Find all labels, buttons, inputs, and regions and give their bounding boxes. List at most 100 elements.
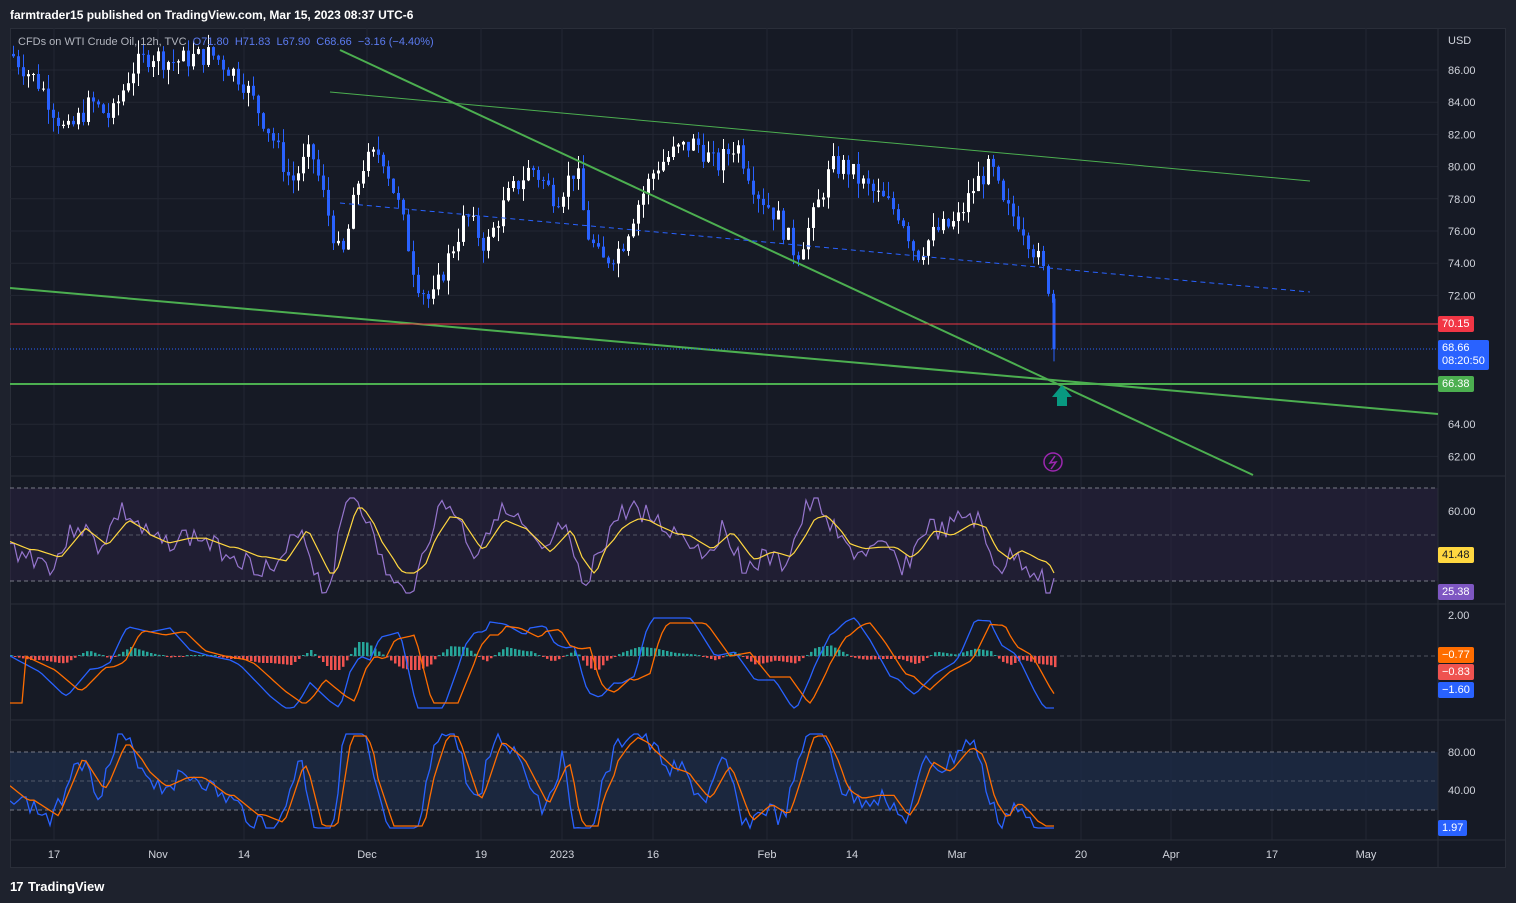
macd-hist-bar xyxy=(634,648,637,656)
macd-hist-bar xyxy=(106,656,109,658)
brand-name: TradingView xyxy=(28,879,105,894)
macd-hist-bar xyxy=(258,656,261,663)
candle-body xyxy=(182,50,185,62)
macd-hist-bar xyxy=(286,656,289,665)
candle-body xyxy=(202,49,205,65)
macd-hist-bar xyxy=(970,650,973,656)
price-tick-label: 72.00 xyxy=(1448,290,1476,302)
macd-hist-bar xyxy=(718,656,721,660)
macd-hist-bar xyxy=(890,656,893,659)
candle-body xyxy=(167,62,170,70)
candle-body xyxy=(507,188,510,201)
macd-hist-bar xyxy=(186,655,189,656)
arrow-up-icon[interactable] xyxy=(1052,385,1072,406)
macd-hist-bar xyxy=(414,656,417,670)
publisher-text: farmtrader15 published on TradingView.co… xyxy=(10,8,414,22)
candle-body xyxy=(542,179,545,181)
candle-body xyxy=(867,178,870,184)
candle-body xyxy=(342,240,345,250)
candle-body xyxy=(152,61,155,68)
chart-canvas[interactable]: USD 86.00 84.00 82.00 80.00 78.00 76.00 74.00 7… xyxy=(10,28,1506,868)
macd-hist-bar xyxy=(542,656,545,657)
candle-body xyxy=(512,181,515,189)
macd-hist-bar xyxy=(534,653,537,656)
upper-channel-line[interactable] xyxy=(329,91,1311,182)
macd-hist-bar xyxy=(606,656,609,661)
symbol-name[interactable]: CFDs on WTI Crude Oil, 12h, TVC xyxy=(18,36,187,48)
macd-hist-bar xyxy=(390,656,393,661)
macd-hist-bar xyxy=(446,649,449,656)
candle-body xyxy=(937,226,940,231)
candle-body xyxy=(187,50,190,67)
stoch-tick-label: 40.00 xyxy=(1448,785,1476,797)
time-tick-label: Feb xyxy=(758,849,777,861)
macd-hist-bar xyxy=(862,656,865,660)
lightning-icon[interactable] xyxy=(1043,452,1063,472)
macd-hist-bar xyxy=(826,646,829,656)
macd-hist-bar xyxy=(854,656,857,658)
macd-hist-bar xyxy=(270,656,273,663)
candle-body xyxy=(222,59,225,70)
macd-hist-bar xyxy=(726,655,729,656)
macd-hist-bar xyxy=(498,652,501,656)
macd-hist-bar xyxy=(118,654,121,656)
candle-body xyxy=(587,210,590,240)
macd-hist-bar xyxy=(658,649,661,656)
time-tick-label: 17 xyxy=(48,849,60,861)
symbol-legend[interactable]: CFDs on WTI Crude Oil, 12h, TVC O71.80 H… xyxy=(18,36,434,48)
candle-body xyxy=(1047,266,1050,294)
candle-body xyxy=(1042,250,1045,267)
candle-body xyxy=(477,215,480,238)
candle-body xyxy=(862,178,865,184)
macd-signal-line xyxy=(10,622,1055,704)
macd-hist-bar xyxy=(330,656,333,670)
channel-midline[interactable] xyxy=(339,202,1311,293)
macd-hist-bar xyxy=(942,652,945,656)
macd-hist-bar xyxy=(282,656,285,665)
candle-body xyxy=(812,207,815,228)
candle-body xyxy=(932,226,935,241)
candle-body xyxy=(237,68,240,85)
candle-body xyxy=(697,138,700,145)
candle-body xyxy=(852,163,855,175)
candle-body xyxy=(177,61,180,63)
macd-hist-bar xyxy=(798,656,801,662)
macd-hist-bar xyxy=(494,655,497,656)
candle-body xyxy=(247,85,250,93)
macd-hist-bar xyxy=(482,656,485,660)
candle-body xyxy=(827,169,830,198)
macd-hist-bar xyxy=(1042,656,1045,665)
candle-body xyxy=(567,175,570,197)
macd-hist-bar xyxy=(514,648,517,656)
candle-body xyxy=(667,157,670,162)
candle-body xyxy=(457,241,460,252)
macd-hist-bar xyxy=(690,654,693,656)
candle-body xyxy=(767,205,770,208)
tradingview-logo[interactable]: 17 TradingView xyxy=(10,879,104,894)
macd-hist-bar xyxy=(442,652,445,656)
candle-body xyxy=(727,148,730,155)
candle-body xyxy=(472,215,475,217)
candle-body xyxy=(467,215,470,217)
macd-hist-bar xyxy=(806,654,809,656)
time-axis[interactable]: 17 Nov 14 Dec 19 2023 16 Feb 14 Mar 20 Apr 17 May xyxy=(48,849,1377,861)
candle-body xyxy=(197,49,200,54)
macd-hist-bar xyxy=(762,656,765,664)
macd-hist-bar xyxy=(674,652,677,656)
macd-hist-bar xyxy=(1006,656,1009,664)
candle-body xyxy=(312,144,315,160)
descending-trendline[interactable] xyxy=(339,49,1254,476)
macd-hist-bar xyxy=(602,656,605,666)
lower-trendline[interactable] xyxy=(10,287,1439,415)
candle-body xyxy=(337,240,340,244)
macd-tick-label: 2.00 xyxy=(1448,610,1469,622)
macd-hist-bar xyxy=(618,654,621,656)
candle-body xyxy=(797,255,800,260)
macd-hist-bar xyxy=(866,656,869,660)
macd-hist-bar xyxy=(546,656,549,659)
macd-hist-bar xyxy=(882,656,885,659)
candle-body xyxy=(62,124,65,126)
candle-body xyxy=(462,215,465,242)
candle-body xyxy=(632,223,635,237)
price-tick-label: 64.00 xyxy=(1448,419,1476,431)
